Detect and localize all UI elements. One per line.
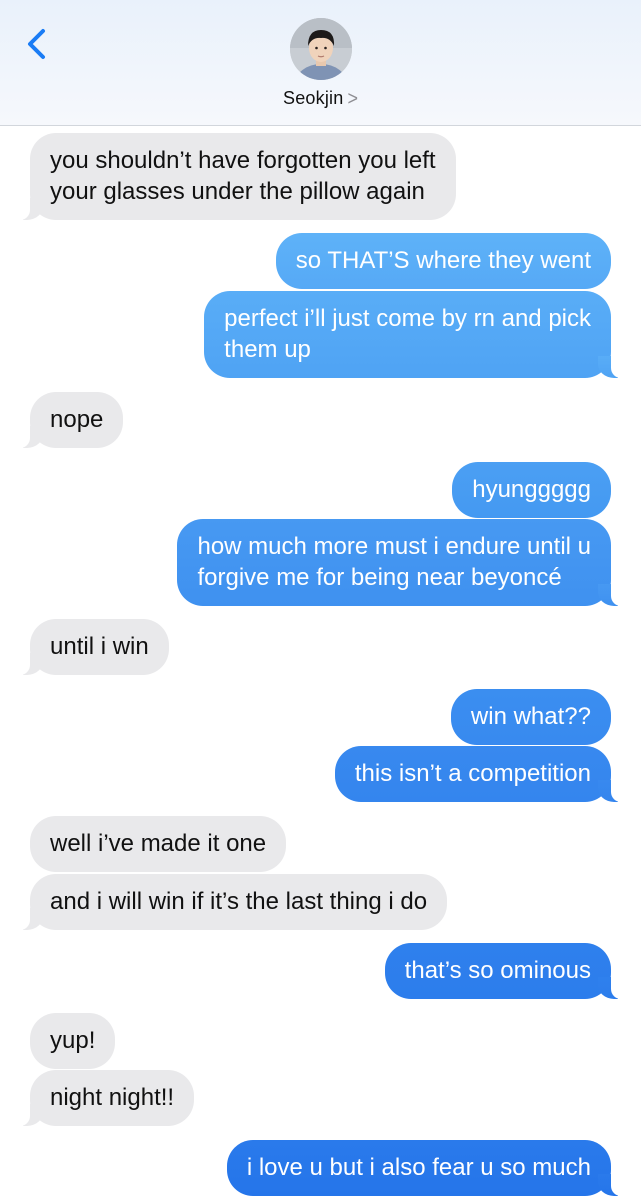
message-text: you shouldn’t have forgotten you left <box>50 147 436 174</box>
incoming-message[interactable]: nope <box>3 392 124 448</box>
contact-name-button[interactable]: Seokjin > <box>0 86 641 110</box>
chevron-left-icon <box>28 29 45 59</box>
incoming-message[interactable]: and i will win if it’s the last thing i … <box>3 874 448 930</box>
message-text: your glasses under the pillow again <box>50 178 425 205</box>
message-text: so THAT’S where they went <box>295 247 591 274</box>
contact-photo <box>290 18 352 80</box>
contact-name: Seokjin <box>283 88 344 108</box>
incoming-message[interactable]: yup! <box>30 1013 116 1069</box>
chevron-right-icon: > <box>347 86 358 110</box>
message-text: well i’ve made it one <box>50 830 267 857</box>
back-button[interactable] <box>14 22 58 66</box>
outgoing-message[interactable]: that’s so ominous <box>384 943 638 999</box>
message-text: this isn’t a competition <box>354 760 591 787</box>
outgoing-message[interactable]: how much more must i endure until u forg… <box>177 519 637 606</box>
incoming-message[interactable]: you shouldn’t have forgotten you left yo… <box>4 133 456 220</box>
message-text: perfect i’ll just come by rn and pick <box>224 305 591 332</box>
message-text: yup! <box>50 1027 96 1054</box>
outgoing-message[interactable]: hyunggggg <box>452 462 611 518</box>
outgoing-message[interactable]: perfect i’ll just come by rn and pick th… <box>204 291 637 378</box>
message-text: hyunggggg <box>472 476 591 503</box>
message-text: until i win <box>50 633 149 660</box>
outgoing-message[interactable]: win what?? <box>450 689 611 745</box>
outgoing-message[interactable]: so THAT’S where they went <box>275 233 611 289</box>
avatar[interactable] <box>290 18 352 80</box>
incoming-message[interactable]: until i win <box>4 619 169 675</box>
incoming-message[interactable]: night night!! <box>3 1070 195 1126</box>
message-text: them up <box>224 336 311 363</box>
outgoing-message[interactable]: this isn’t a competition <box>334 746 638 802</box>
message-text: forgive me for being near beyoncé <box>197 564 562 591</box>
message-text: that’s so ominous <box>404 957 591 984</box>
message-text: night night!! <box>50 1084 175 1111</box>
message-text: and i will win if it’s the last thing i … <box>50 888 428 915</box>
conversation-header: Seokjin > <box>0 0 641 126</box>
message-text: how much more must i endure until u <box>197 533 591 560</box>
outgoing-message[interactable]: i love u but i also fear u so much <box>226 1140 638 1196</box>
message-text: i love u but i also fear u so much <box>246 1154 591 1181</box>
message-text: win what?? <box>470 703 591 730</box>
message-text: nope <box>50 406 104 433</box>
incoming-message[interactable]: well i’ve made it one <box>30 816 287 872</box>
